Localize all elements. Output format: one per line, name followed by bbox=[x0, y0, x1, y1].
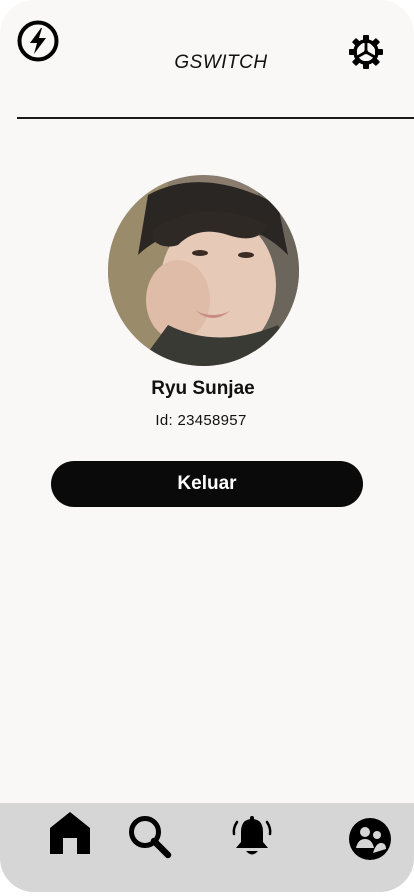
bottom-nav bbox=[0, 803, 414, 892]
bell-icon[interactable] bbox=[231, 814, 273, 858]
profile-id: Id: 23458957 bbox=[155, 412, 247, 429]
profile-name: Ryu Sunjae bbox=[151, 378, 255, 399]
avatar bbox=[108, 175, 299, 366]
gear-icon[interactable] bbox=[348, 34, 384, 70]
header-divider bbox=[17, 117, 414, 119]
app-screen: GSWITCH Ryu Sunjae Id: 23458957 Keluar bbox=[0, 0, 414, 892]
profile-icon[interactable] bbox=[348, 817, 392, 861]
logout-button[interactable]: Keluar bbox=[51, 461, 363, 507]
header: GSWITCH bbox=[0, 0, 414, 119]
search-icon[interactable] bbox=[127, 814, 173, 860]
home-icon[interactable] bbox=[49, 810, 91, 854]
